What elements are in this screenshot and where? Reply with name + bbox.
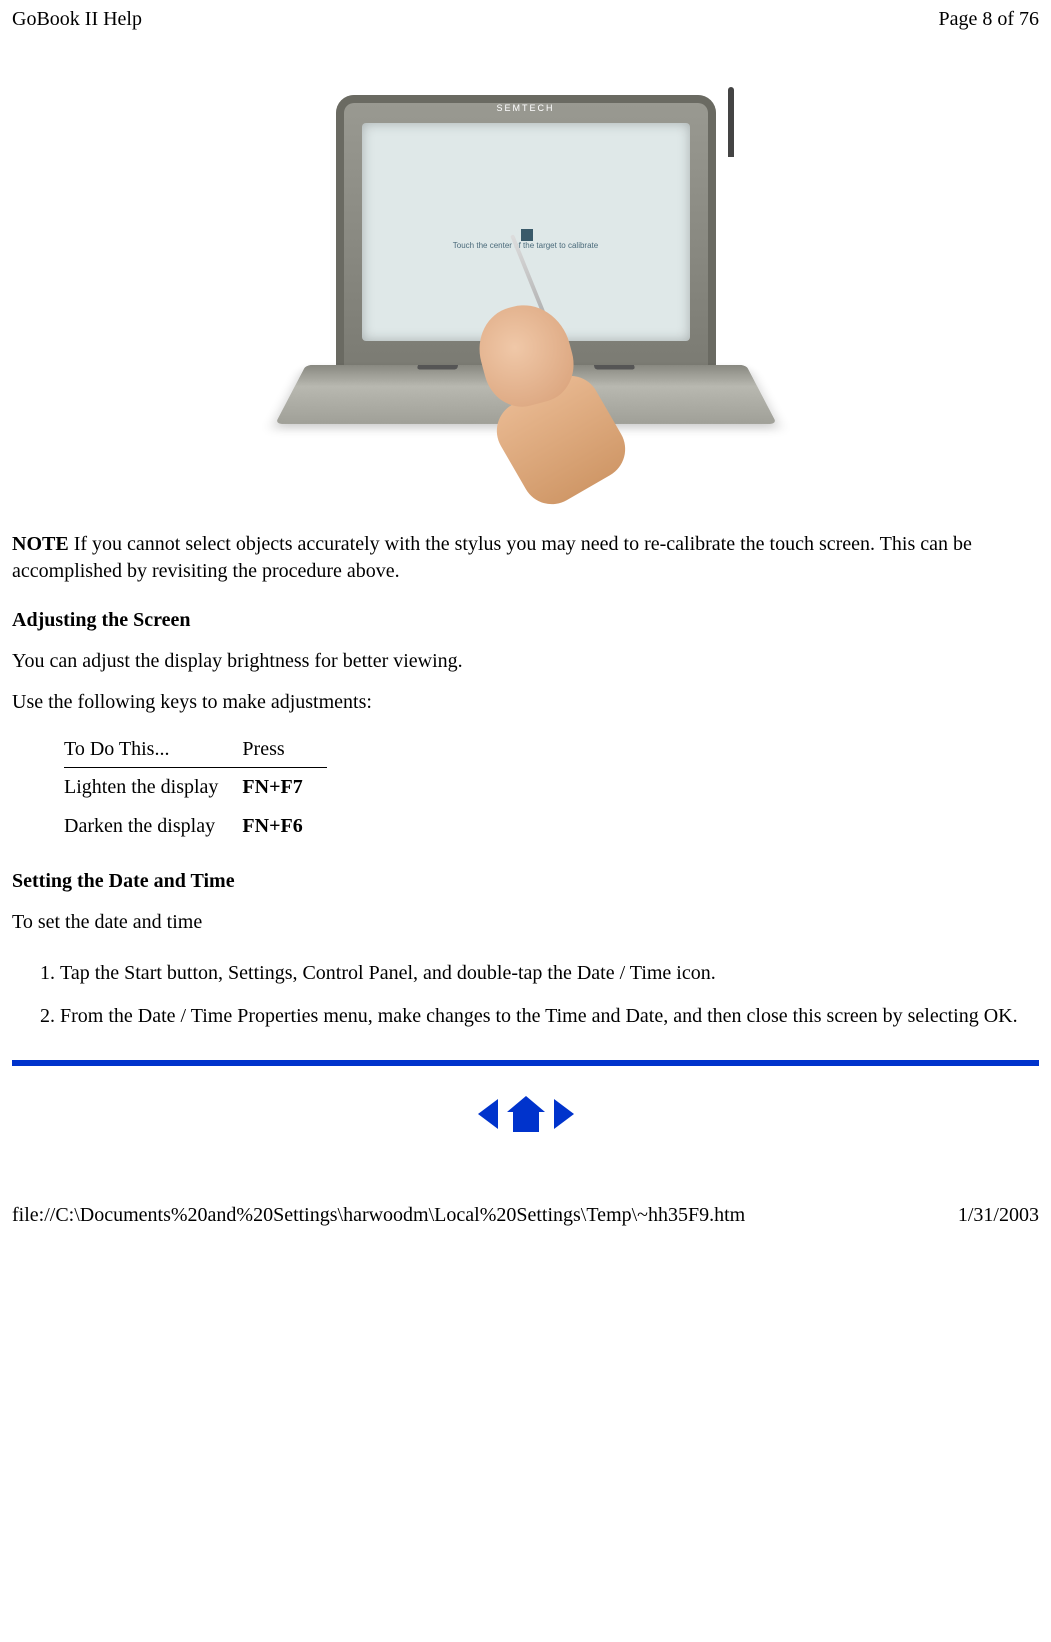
list-item: Tap the Start button, Settings, Control … [60,952,1039,995]
table-header-key: Press [242,732,326,768]
triangle-left-icon [476,1097,500,1131]
brand-label: SEMTECH [496,103,554,113]
table-cell-key: FN+F7 [242,768,326,808]
triangle-right-icon [552,1097,576,1131]
product-image: SEMTECH Touch the center of the target t… [12,95,1039,501]
nav-icon-row [12,1094,1039,1134]
adjustment-table: To Do This... Press Lighten the display … [64,732,327,846]
table-header-action: To Do This... [64,732,242,768]
doc-title: GoBook II Help [12,8,142,31]
table-cell-key: FN+F6 [242,807,326,846]
table-cell-action: Lighten the display [64,768,242,808]
nav-home-button[interactable] [505,1102,552,1124]
adjusting-intro: You can adjust the display brightness fo… [12,650,1039,673]
list-item: From the Date / Time Properties menu, ma… [60,995,1039,1038]
heading-adjusting-screen: Adjusting the Screen [12,609,1039,632]
calibration-text: Touch the center of the target to calibr… [362,241,690,250]
table-row: Lighten the display FN+F7 [64,768,327,808]
home-icon [505,1094,547,1134]
separator-bar [12,1060,1039,1066]
table-row: Darken the display FN+F6 [64,807,327,846]
nav-next-button[interactable] [552,1102,576,1124]
heading-date-time: Setting the Date and Time [12,870,1039,893]
footer-date: 1/31/2003 [958,1204,1039,1227]
datetime-intro: To set the date and time [12,911,1039,934]
page-indicator: Page 8 of 76 [938,8,1039,31]
datetime-steps: Tap the Start button, Settings, Control … [12,952,1039,1038]
adjusting-instruction: Use the following keys to make adjustmen… [12,691,1039,714]
calibration-target-icon [521,229,533,241]
table-cell-action: Darken the display [64,807,242,846]
footer-path: file://C:\Documents%20and%20Settings\har… [12,1204,745,1227]
note-text: If you cannot select objects accurately … [12,533,972,582]
note-label: NOTE [12,533,69,555]
note-paragraph: NOTE If you cannot select objects accura… [12,531,1039,585]
nav-prev-button[interactable] [476,1102,505,1124]
laptop-illustration: SEMTECH Touch the center of the target t… [306,95,746,495]
header-bar: GoBook II Help Page 8 of 76 [0,0,1051,35]
content-area: SEMTECH Touch the center of the target t… [0,95,1051,1134]
footer-bar: file://C:\Documents%20and%20Settings\har… [0,1204,1051,1235]
